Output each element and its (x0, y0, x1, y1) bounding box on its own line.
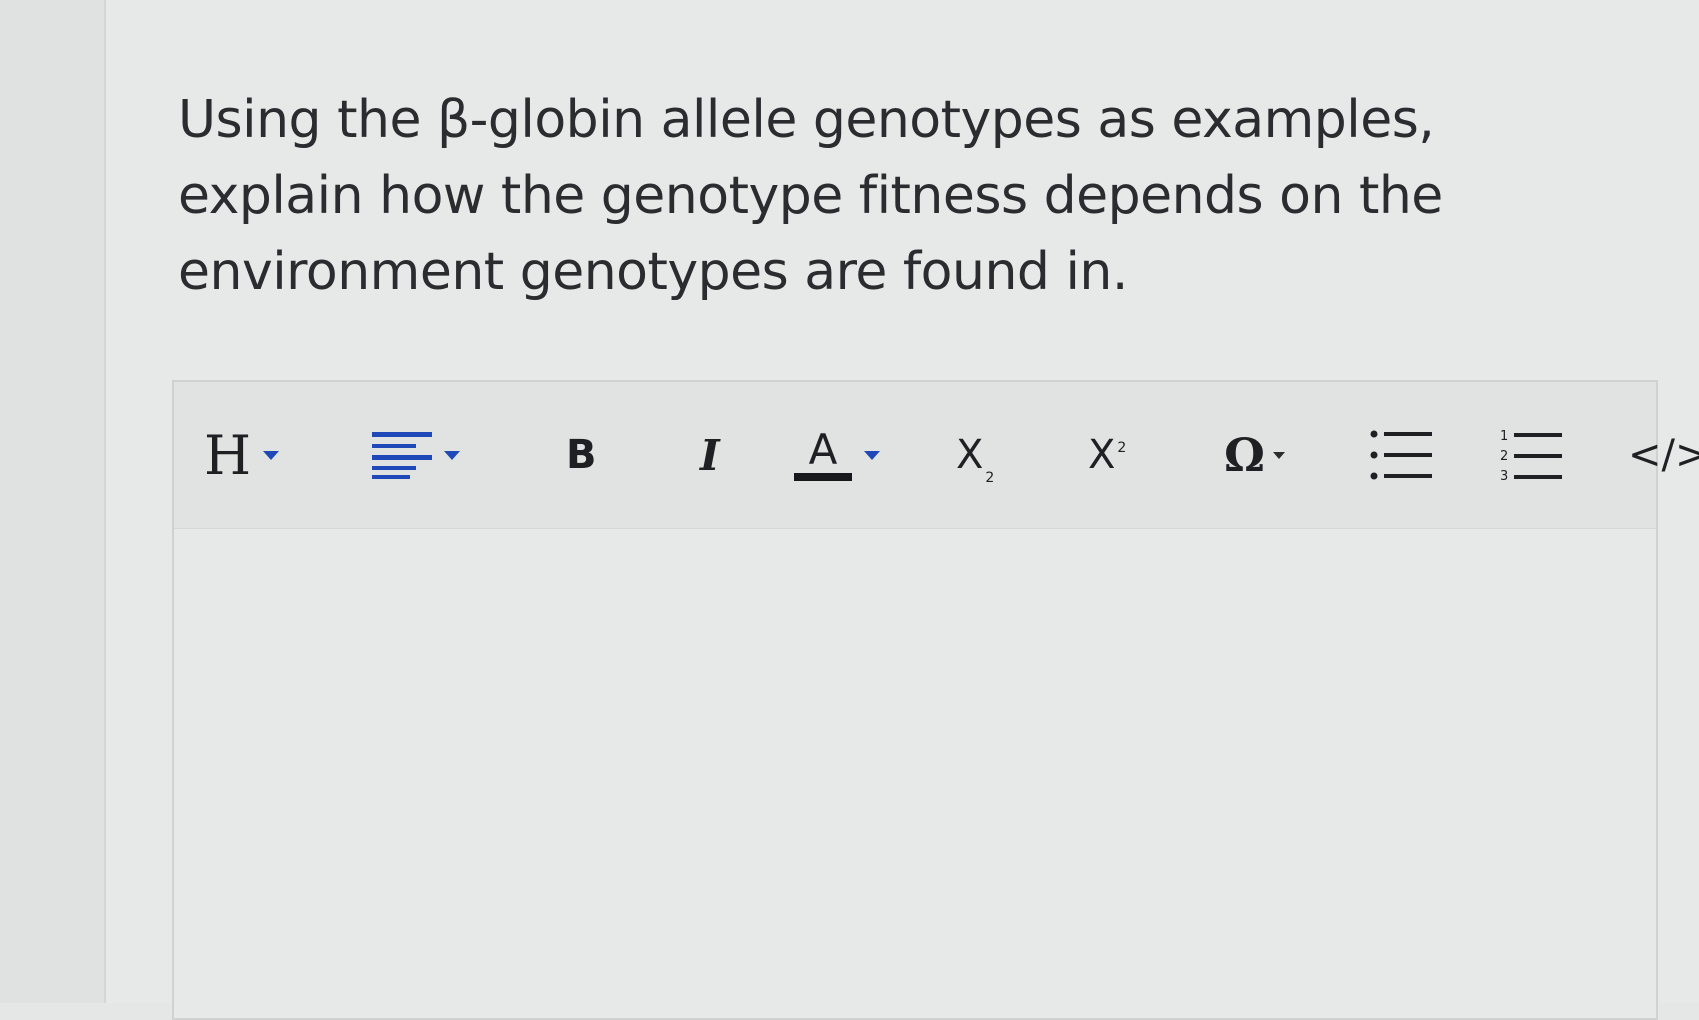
editor-toolbar: H B I A X 2 X 2 Ω 1 2 3 </> (174, 382, 1699, 529)
font-color-letter: A (808, 425, 838, 474)
heading-icon: H (204, 423, 252, 487)
bold-button[interactable]: B (566, 422, 597, 488)
omega-icon: Ω (1224, 428, 1265, 482)
numbered-list-button[interactable]: 1 2 3 (1500, 422, 1562, 488)
chevron-down-icon (444, 450, 460, 460)
subscript-mark: 2 (985, 470, 995, 486)
bulleted-list-icon (1370, 430, 1432, 480)
chevron-down-icon (864, 450, 880, 460)
chevron-down-icon (263, 450, 280, 460)
subscript-icon: X2 (956, 432, 994, 486)
align-dropdown[interactable] (372, 422, 460, 488)
heading-dropdown[interactable]: H (204, 422, 280, 488)
superscript-base: X (1088, 432, 1116, 478)
code-view-button[interactable]: </> (1628, 422, 1699, 488)
superscript-button[interactable]: X2 (1088, 422, 1126, 488)
font-color-icon: A (794, 429, 852, 481)
font-color-dropdown[interactable]: A (794, 422, 880, 488)
bulleted-list-button[interactable] (1370, 422, 1432, 488)
special-characters-dropdown[interactable]: Ω (1224, 422, 1285, 488)
answer-text-area[interactable] (174, 529, 1656, 1018)
font-color-swatch (794, 473, 852, 481)
question-text: Using the β-globin allele genotypes as e… (178, 90, 1443, 302)
align-left-icon (372, 432, 432, 479)
bold-icon: B (566, 432, 597, 478)
svg-text:1: 1 (1500, 429, 1508, 444)
superscript-mark: 2 (1117, 440, 1127, 456)
svg-text:3: 3 (1500, 469, 1508, 483)
chevron-down-icon (1272, 451, 1285, 459)
superscript-icon: X2 (1088, 432, 1126, 478)
numbered-list-icon: 1 2 3 (1500, 429, 1562, 483)
svg-text:2: 2 (1500, 449, 1508, 464)
subscript-base: X (956, 432, 984, 478)
left-margin-panel (0, 0, 106, 1003)
rich-text-editor: H B I A X 2 X 2 Ω 1 2 3 </> (172, 380, 1699, 1020)
code-icon: </> (1628, 432, 1699, 478)
italic-button[interactable]: I (700, 422, 720, 488)
italic-icon: I (700, 430, 720, 480)
subscript-button[interactable]: X2 (956, 422, 994, 488)
